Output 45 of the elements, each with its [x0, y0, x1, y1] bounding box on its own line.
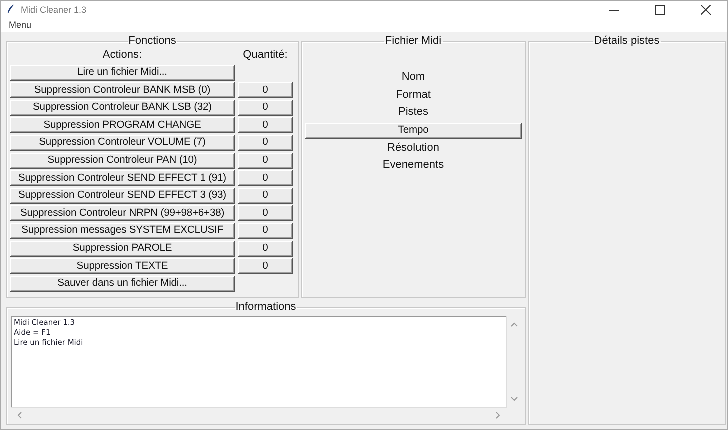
column-header: Quantité: — [242, 48, 289, 63]
quantity-button[interactable]: 0 — [238, 188, 293, 204]
quantity-button[interactable]: 0 — [238, 205, 293, 222]
quantity-button[interactable]: 0 — [238, 170, 293, 186]
quantity-button[interactable]: 0 — [238, 152, 293, 169]
panel-title: Détails pistes — [593, 36, 661, 47]
scroll-right-icon[interactable] — [496, 412, 501, 418]
action-button[interactable]: Suppression PAROLE — [10, 240, 235, 257]
tempo-button[interactable]: Tempo — [305, 122, 522, 138]
quantity-button[interactable]: 0 — [238, 117, 293, 134]
action-button[interactable]: Suppression Controleur PAN (10) — [10, 152, 235, 169]
panel-title: Fichier Midi — [384, 36, 443, 47]
quantity-button[interactable]: 0 — [238, 100, 293, 116]
action-button[interactable]: Suppression Controleur SEND EFFECT 1 (91) — [10, 170, 235, 186]
column-header: Actions: — [102, 48, 144, 63]
action-button[interactable]: Suppression Controleur BANK LSB (32) — [10, 100, 235, 116]
action-button[interactable]: Suppression Controleur BANK MSB (0) — [10, 82, 235, 98]
action-button[interactable]: Suppression Controleur NRPN (99+98+6+38) — [10, 205, 235, 222]
window-title: Midi Cleaner 1.3 — [21, 4, 87, 15]
action-button[interactable]: Suppression Controleur SEND EFFECT 3 (93) — [10, 188, 235, 204]
field-label: Format — [396, 88, 431, 102]
action-button[interactable]: Sauver dans un fichier Midi... — [10, 276, 235, 292]
maximize-icon[interactable] — [655, 4, 665, 15]
scroll-up-icon[interactable] — [510, 322, 518, 327]
action-button[interactable]: Suppression Controleur VOLUME (7) — [10, 134, 235, 151]
quantity-button[interactable]: 0 — [238, 82, 293, 98]
close-icon[interactable] — [701, 4, 711, 15]
field-label: Nom — [402, 70, 426, 85]
field-label: Evenements — [382, 158, 444, 173]
scroll-left-icon[interactable] — [17, 412, 22, 418]
panel-title: Informations — [234, 302, 298, 313]
action-button[interactable]: Suppression PROGRAM CHANGE — [10, 117, 235, 134]
quantity-button[interactable]: 0 — [238, 222, 293, 239]
field-label: Résolution — [388, 140, 440, 156]
scroll-down-icon[interactable] — [510, 397, 518, 402]
quantity-button[interactable]: 0 — [238, 240, 293, 257]
quantity-button[interactable]: 0 — [238, 258, 293, 274]
panel-title: Fonctions — [128, 36, 178, 47]
action-button[interactable]: Lire un fichier Midi... — [10, 64, 235, 81]
action-button[interactable]: Suppression TEXTE — [10, 258, 235, 274]
quantity-button[interactable]: 0 — [238, 134, 293, 151]
feather-icon — [7, 4, 15, 16]
action-button[interactable]: Suppression messages SYSTEM EXCLUSIF — [10, 222, 235, 239]
menu-item[interactable]: Menu — [9, 20, 32, 30]
field-label: Pistes — [398, 105, 428, 120]
